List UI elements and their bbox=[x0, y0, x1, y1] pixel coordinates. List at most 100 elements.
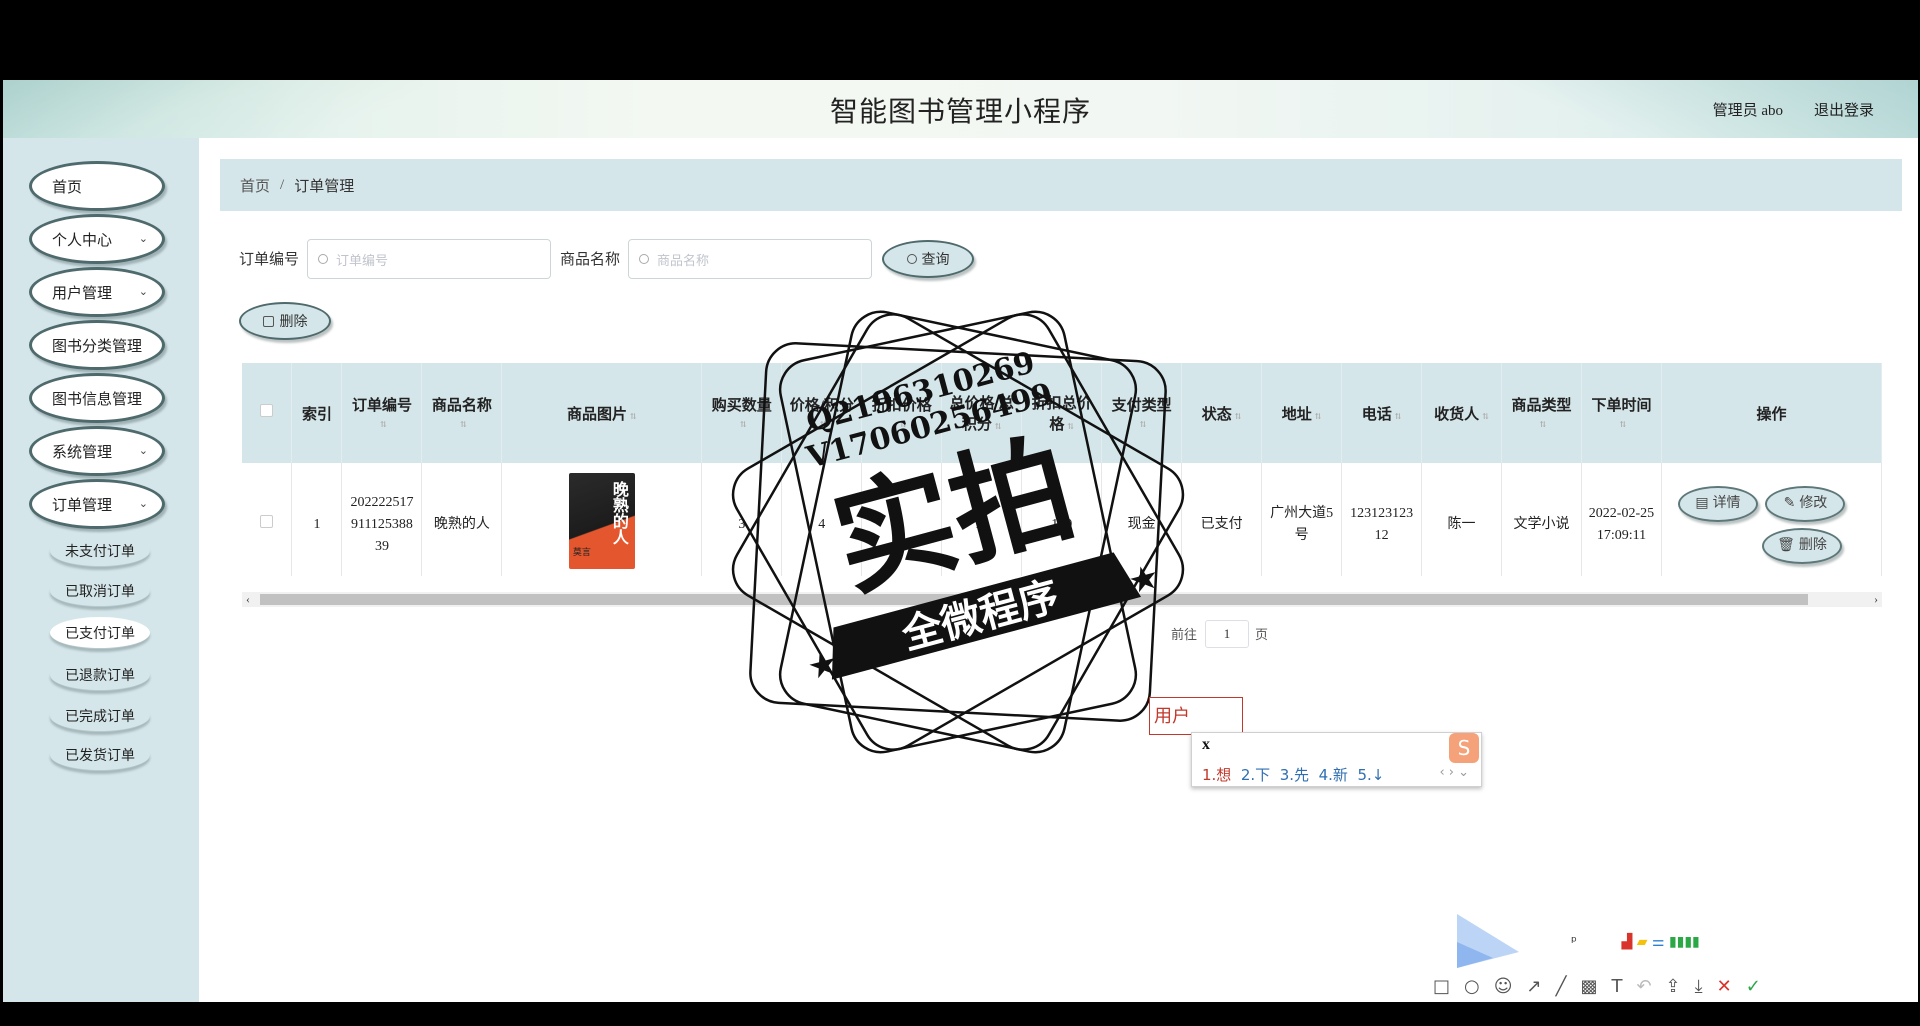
column-header[interactable]: 商品名称⇅ bbox=[421, 363, 503, 463]
search-icon bbox=[906, 254, 917, 264]
submenu-cancelled-orders[interactable]: 已取消订单 bbox=[50, 575, 150, 607]
sort-icon: ⇅ bbox=[1539, 420, 1547, 429]
sidebar-item-personal-center[interactable]: 个人中心 ⌄ bbox=[29, 214, 165, 264]
sidebar-item-label: 用户管理 bbox=[52, 285, 113, 302]
sticker-tool-icon[interactable]: ☺ bbox=[1494, 976, 1527, 997]
undo-icon[interactable]: ↶ bbox=[1636, 976, 1665, 997]
cell-receiver: 陈一 bbox=[1421, 463, 1503, 576]
batch-delete-button[interactable]: 删除 bbox=[239, 302, 331, 340]
submenu-shipped-orders[interactable]: 已发货订单 bbox=[50, 739, 150, 771]
column-header[interactable]: 电话 ⇅ bbox=[1341, 363, 1423, 463]
sidebar-item-label: 个人中心 bbox=[52, 232, 113, 249]
column-header[interactable]: 商品图片 ⇅ bbox=[501, 363, 703, 463]
cell-category: 文学小说 bbox=[1501, 463, 1582, 576]
sidebar-item-orders[interactable]: 订单管理 ⌄ bbox=[29, 479, 165, 529]
detail-button[interactable]: ▤ 详情 bbox=[1677, 486, 1758, 523]
order-no-placeholder: 订单编号 bbox=[336, 252, 389, 268]
breadcrumb: 首页 / 订单管理 bbox=[220, 159, 1902, 211]
column-header[interactable]: 支付类型⇅ bbox=[1101, 363, 1183, 463]
tray-icon-e: ▮▮▮▮ bbox=[1668, 934, 1700, 950]
text-tool-icon[interactable]: T bbox=[1611, 976, 1636, 997]
submenu-refunded-orders[interactable]: 已退款订单 bbox=[50, 659, 150, 691]
column-header[interactable]: 折扣价格⇅ bbox=[861, 363, 943, 463]
row-select-cell[interactable] bbox=[242, 463, 293, 576]
mosaic-tool-icon[interactable]: ▩ bbox=[1580, 976, 1611, 997]
confirm-icon[interactable]: ✓ bbox=[1746, 976, 1775, 997]
sidebar-item-label: 图书分类管理 bbox=[52, 338, 143, 355]
order-no-input[interactable]: 订单编号 bbox=[307, 239, 551, 279]
breadcrumb-home[interactable]: 首页 bbox=[240, 175, 270, 196]
column-header[interactable]: 订单编号⇅ bbox=[341, 363, 423, 463]
cell-total: 12 bbox=[941, 463, 1023, 576]
sidebar-item-label: 订单管理 bbox=[52, 497, 113, 514]
focused-input-field[interactable]: 用户 bbox=[1149, 697, 1243, 735]
submenu-unpaid-orders[interactable]: 未支付订单 bbox=[50, 535, 150, 567]
scroll-right-arrow-icon[interactable]: › bbox=[1874, 592, 1878, 607]
close-icon[interactable]: ✕ bbox=[1717, 976, 1746, 997]
ime-page-nav-icon[interactable]: ‹ › ⌄ bbox=[1439, 765, 1469, 780]
column-header[interactable]: 下单时间⇅ bbox=[1581, 363, 1662, 463]
select-all-checkbox[interactable] bbox=[260, 404, 274, 417]
product-name-label: 商品名称 bbox=[560, 252, 621, 268]
admin-user-label: 管理员 abo bbox=[1712, 103, 1783, 119]
ime-candidate[interactable]: 5.↓ bbox=[1357, 766, 1384, 784]
column-header[interactable]: 状态 ⇅ bbox=[1181, 363, 1263, 463]
sidebar-item-home[interactable]: 首页 bbox=[29, 161, 165, 211]
scroll-left-arrow-icon[interactable]: ‹ bbox=[246, 592, 250, 607]
delete-row-button[interactable]: 🗑 删除 bbox=[1761, 528, 1842, 565]
search-icon bbox=[639, 254, 649, 264]
pen-tool-icon[interactable]: ╱ bbox=[1556, 976, 1581, 997]
sidebar-item-user-management[interactable]: 用户管理 ⌄ bbox=[29, 267, 165, 317]
column-header[interactable]: 折扣总价格 ⇅ bbox=[1021, 363, 1103, 463]
ime-candidate[interactable]: 2.下 bbox=[1241, 766, 1270, 784]
sidebar-item-book-category[interactable]: 图书分类管理 bbox=[29, 320, 165, 370]
screen-letterbox-top bbox=[0, 0, 1920, 80]
cell-order-no: 20222251791112538839 bbox=[341, 463, 423, 576]
cell-discount-price bbox=[861, 463, 943, 576]
table-horizontal-scrollbar[interactable]: ‹ › bbox=[242, 592, 1882, 607]
product-name-input[interactable]: 商品名称 bbox=[628, 239, 872, 279]
orders-table: 索引 订单编号⇅ 商品名称⇅ 商品图片 ⇅ 购买数量⇅ 价格/积分⇅ 折扣价格⇅ … bbox=[242, 363, 1882, 576]
share-icon[interactable]: ⇪ bbox=[1666, 976, 1695, 997]
breadcrumb-current: 订单管理 bbox=[294, 178, 355, 195]
column-header[interactable]: 商品类型⇅ bbox=[1501, 363, 1582, 463]
query-button[interactable]: 查询 bbox=[882, 240, 974, 278]
query-button-label: 查询 bbox=[921, 253, 950, 268]
column-header[interactable]: 总价格/总积分 ⇅ bbox=[941, 363, 1023, 463]
ime-candidate[interactable]: 3.先 bbox=[1280, 766, 1309, 784]
column-header[interactable]: 收货人 ⇅ bbox=[1421, 363, 1503, 463]
pager-page-input[interactable]: 1 bbox=[1205, 620, 1249, 648]
sort-icon: ⇅ bbox=[1619, 420, 1627, 429]
screenshot-toolbar: □○☺↗╱▩T↶⇪⤓✕✓ bbox=[1433, 976, 1775, 997]
logout-button[interactable]: 退出登录 bbox=[1814, 99, 1874, 120]
sidebar-item-system[interactable]: 系统管理 ⌄ bbox=[29, 426, 165, 476]
ellipse-tool-icon[interactable]: ○ bbox=[1464, 976, 1494, 997]
row-checkbox[interactable] bbox=[260, 515, 274, 529]
column-header: 操作 bbox=[1661, 363, 1882, 463]
sort-icon: ⇅ bbox=[1482, 411, 1489, 421]
sidebar-item-label: 首页 bbox=[52, 179, 83, 196]
rectangle-tool-icon[interactable]: □ bbox=[1433, 976, 1464, 997]
download-icon[interactable]: ⤓ bbox=[1695, 976, 1717, 997]
batch-delete-label: 删除 bbox=[279, 315, 308, 330]
arrow-tool-icon[interactable]: ↗ bbox=[1527, 976, 1556, 997]
ime-candidate[interactable]: 1.想 bbox=[1202, 766, 1231, 784]
sidebar-item-book-info[interactable]: 图书信息管理 bbox=[29, 373, 165, 423]
sort-icon: ⇅ bbox=[899, 420, 907, 429]
column-header[interactable]: 价格/积分⇅ bbox=[781, 363, 863, 463]
edit-button[interactable]: ✎ 修改 bbox=[1765, 486, 1846, 523]
sort-icon: ⇅ bbox=[1067, 422, 1075, 431]
document-icon: ▤ bbox=[1695, 496, 1709, 512]
column-header[interactable]: 购买数量⇅ bbox=[701, 363, 783, 463]
ime-candidate[interactable]: 4.新 bbox=[1319, 766, 1348, 784]
tray-icon-a: ᵖ bbox=[1571, 934, 1577, 950]
column-header[interactable]: 地址 ⇅ bbox=[1261, 363, 1343, 463]
ime-logo-icon: S bbox=[1449, 733, 1479, 763]
submenu-completed-orders[interactable]: 已完成订单 bbox=[50, 700, 150, 732]
cell-time: 2022-02-25 17:09:11 bbox=[1581, 463, 1662, 576]
select-all-cell[interactable] bbox=[242, 363, 293, 463]
submenu-paid-orders[interactable]: 已支付订单 bbox=[50, 617, 150, 649]
table-row: 1 20222251791112538839 晚熟的人 晚熟的人 莫言 3 4 … bbox=[242, 463, 1882, 576]
cell-pay-type: 现金 bbox=[1101, 463, 1183, 576]
scrollbar-thumb[interactable] bbox=[260, 594, 1808, 605]
